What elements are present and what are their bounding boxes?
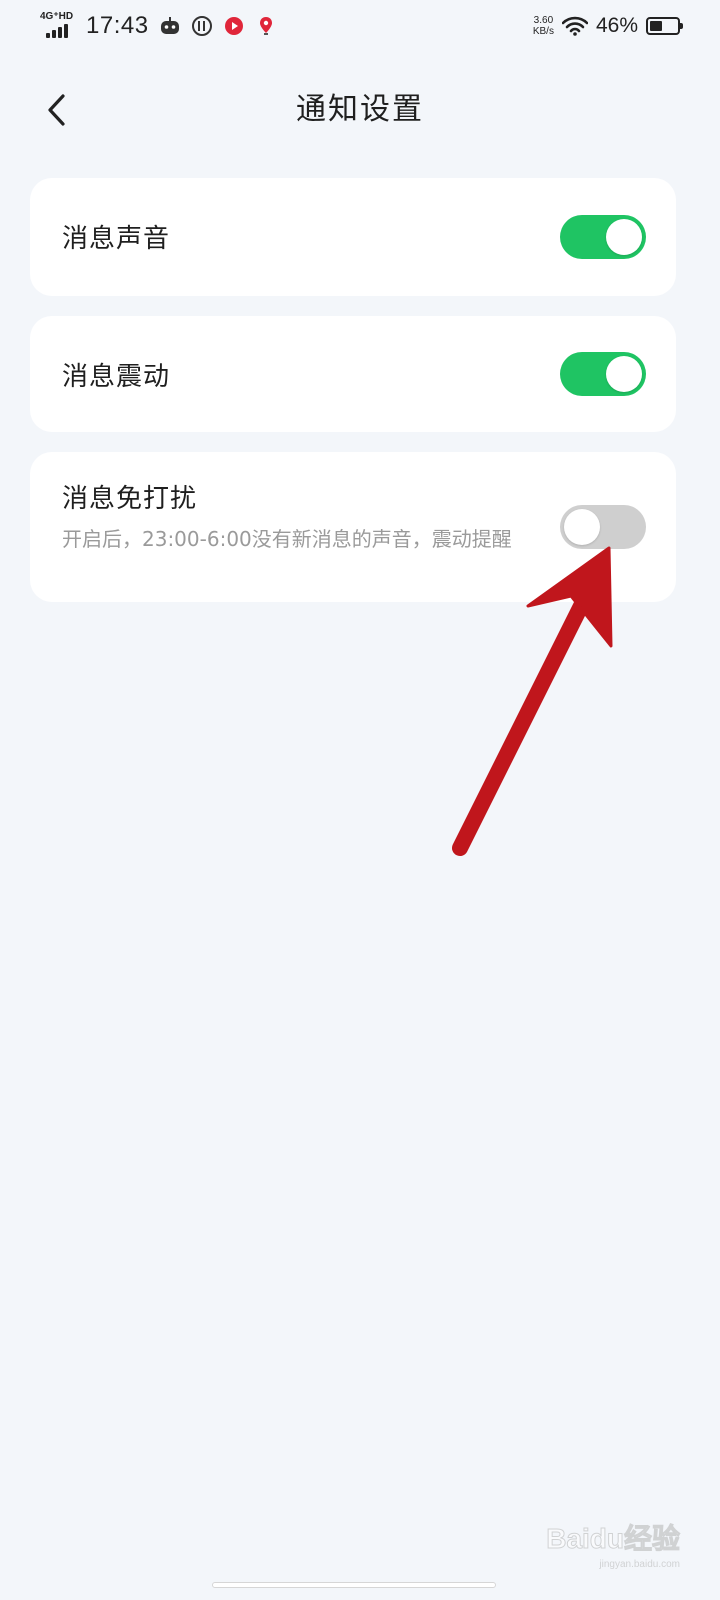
page-title: 通知设置: [296, 92, 424, 127]
setting-card-do-not-disturb: 消息免打扰 开启后，23:00-6:00没有新消息的声音，震动提醒: [30, 452, 676, 602]
network-speed-value: 3.60: [533, 15, 554, 26]
watermark-subtitle: jingyan.baidu.com: [599, 1559, 680, 1570]
do-not-disturb-toggle[interactable]: [560, 505, 646, 549]
toggle-knob: [564, 509, 600, 545]
red-video-app-icon: [224, 17, 243, 35]
message-vibration-toggle[interactable]: [560, 352, 646, 396]
toggle-knob: [606, 219, 642, 255]
page-header: 通知设置: [0, 70, 720, 150]
status-bar: 4G⁺HD 17:43 3.60 KB/s 46%: [0, 0, 720, 56]
battery-level-fill: [650, 21, 662, 31]
network-speed-unit: KB/s: [532, 26, 554, 37]
cellular-signal: 4G⁺HD: [40, 12, 76, 40]
battery-icon: [646, 17, 683, 35]
location-pin-icon: [259, 17, 272, 35]
robot-app-icon: [160, 17, 179, 34]
watermark-logo-text: Baidu经验: [546, 1523, 681, 1555]
status-bar-right: 3.60 KB/s 46%: [533, 14, 683, 38]
status-bar-left: 4G⁺HD 17:43: [40, 12, 277, 40]
watermark-logo: Baidu经验: [546, 1517, 681, 1557]
status-time: 17:43: [86, 12, 149, 39]
message-sound-toggle[interactable]: [560, 215, 646, 259]
setting-card-message-vibration: 消息震动: [30, 316, 676, 432]
signal-bars-icon: [46, 24, 68, 38]
toggle-knob: [606, 356, 642, 392]
setting-card-message-sound: 消息声音: [30, 178, 676, 296]
battery-percent: 46%: [595, 14, 638, 37]
home-indicator[interactable]: [212, 1582, 496, 1588]
circle-app-icon: [191, 16, 212, 36]
network-speed: 3.60 KB/s: [533, 15, 554, 37]
setting-description: 开启后，23:00-6:00没有新消息的声音，震动提醒: [62, 527, 512, 551]
setting-title: 消息声音: [62, 224, 171, 254]
setting-title: 消息免打扰: [62, 484, 198, 514]
wifi-icon: [561, 16, 588, 36]
network-type-label: 4G⁺HD: [40, 11, 74, 22]
setting-title: 消息震动: [62, 362, 171, 392]
watermark: Baidu经验 jingyan.baidu.com: [546, 1517, 681, 1571]
